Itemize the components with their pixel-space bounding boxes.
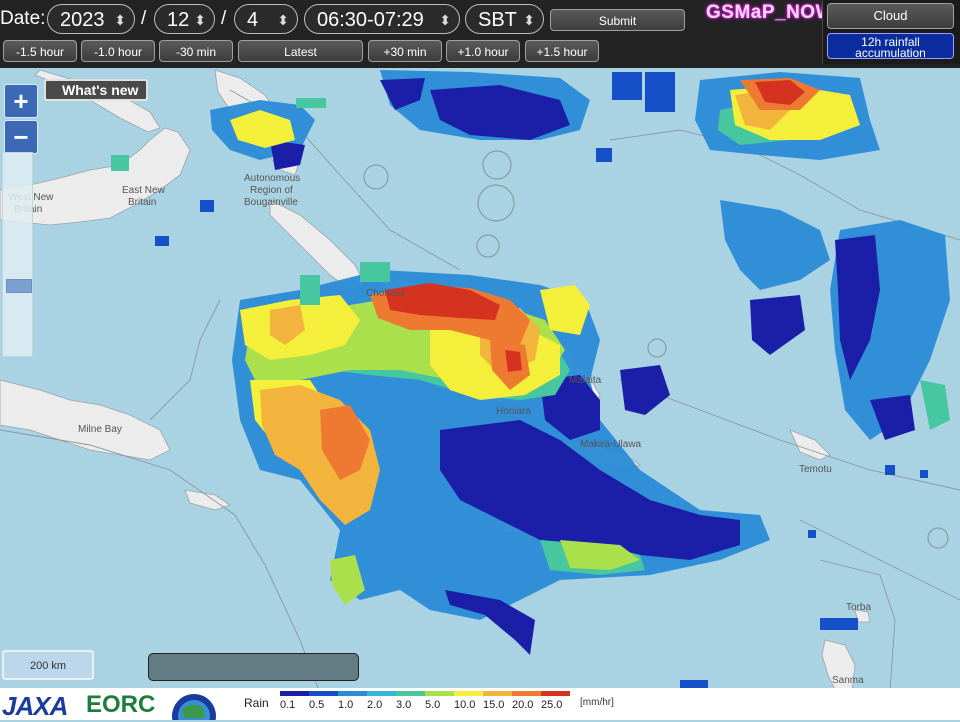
place-malaita: Malaita	[569, 375, 602, 386]
legend-swatch	[280, 691, 309, 696]
place-torba: Torba	[846, 602, 871, 613]
rain-unit-label: [mm/hr]	[580, 697, 614, 708]
timezone-value: SBT	[478, 9, 517, 31]
legend-value: 3.0	[396, 699, 411, 711]
legend-swatch	[541, 691, 570, 696]
step-plus-1.5h-button[interactable]: +1.5 hour	[525, 40, 599, 62]
time-value: 06:30-07:29	[317, 9, 424, 31]
step-minus-1.0h-button[interactable]: -1.0 hour	[81, 40, 155, 62]
place-choiseul: Choiseul	[366, 288, 405, 299]
legend-value: 25.0	[541, 699, 562, 711]
accumulation-button[interactable]: 12h rainfall accumulation	[827, 33, 954, 59]
map-canvas[interactable]: West New Britain East New Britain Autono…	[0, 68, 960, 720]
map-svg: West New Britain East New Britain Autono…	[0, 69, 960, 720]
month-value: 12	[167, 9, 190, 31]
place-sanma: Sanma	[832, 675, 864, 686]
footer: JAXA EORC Rain 0.1 0.5 1.0 2.0 3.0 5.0 10.0 15.…	[0, 688, 960, 721]
rainfall-layer	[111, 70, 950, 694]
step-minus-30min-button[interactable]: -30 min	[159, 40, 233, 62]
legend-value: 20.0	[512, 699, 533, 711]
gsmap-now-title: GSMaP_NOW	[706, 2, 835, 23]
date-separator: /	[221, 8, 227, 29]
place-bougainville-2: Region of	[250, 185, 293, 196]
time-select[interactable]: 06:30-07:29 ⬍	[304, 4, 460, 34]
year-value: 2023	[60, 9, 105, 31]
submit-button[interactable]: Submit	[550, 9, 685, 31]
step-latest-button[interactable]: Latest	[238, 40, 363, 62]
gsmap-globe-icon	[172, 694, 216, 720]
cloud-button[interactable]: Cloud	[827, 3, 954, 29]
legend-swatch	[454, 691, 483, 696]
rain-legend-label: Rain	[244, 696, 269, 710]
whats-new-button[interactable]: What's new	[44, 79, 148, 101]
legend-value: 0.1	[280, 699, 295, 711]
place-milne-bay: Milne Bay	[78, 424, 122, 435]
step-plus-1.0h-button[interactable]: +1.0 hour	[446, 40, 520, 62]
png-mainland	[0, 379, 171, 461]
legend-value: 5.0	[425, 699, 440, 711]
place-honiara: Honiara	[496, 406, 531, 417]
month-select[interactable]: 12 ⬍	[154, 4, 215, 34]
legend-swatch	[396, 691, 425, 696]
jaxa-logo: JAXA	[2, 691, 68, 721]
zoom-slider-handle[interactable]	[6, 279, 32, 293]
place-bougainville: Autonomous	[244, 173, 300, 184]
legend-value: 10.0	[454, 699, 475, 711]
day-value: 4	[247, 9, 259, 31]
step-minus-1.5h-button[interactable]: -1.5 hour	[3, 40, 77, 62]
legend-value: 1.0	[338, 699, 353, 711]
accumulation-label-line2: accumulation	[855, 46, 926, 60]
place-east-new-britain-2: Britain	[128, 197, 156, 208]
place-east-new-britain: East New	[122, 185, 166, 196]
legend-value: 0.5	[309, 699, 324, 711]
toolbar: Date: 2023 ⬍ / 12 ⬍ / 4 ⬍ 06:30-07:29 ⬍ …	[0, 0, 960, 68]
legend-value: 15.0	[483, 699, 504, 711]
date-separator: /	[141, 8, 147, 29]
legend-swatch	[338, 691, 367, 696]
legend-swatch	[425, 691, 454, 696]
chevron-updown-icon: ⬍	[523, 12, 535, 28]
timezone-select[interactable]: SBT ⬍	[465, 4, 544, 34]
legend-value: 2.0	[367, 699, 382, 711]
step-plus-30min-button[interactable]: +30 min	[368, 40, 442, 62]
animation-progress-bar[interactable]	[148, 653, 359, 681]
legend-swatch	[483, 691, 512, 696]
chevron-updown-icon: ⬍	[277, 12, 289, 28]
place-makira-ulawa: Makira-Ulawa	[580, 439, 642, 450]
year-select[interactable]: 2023 ⬍	[47, 4, 135, 34]
chevron-updown-icon: ⬍	[439, 12, 451, 28]
legend-swatch	[309, 691, 338, 696]
zoom-slider[interactable]	[2, 152, 33, 357]
rain-legend: 0.1 0.5 1.0 2.0 3.0 5.0 10.0 15.0 20.0 25.0	[280, 691, 570, 711]
scale-bar: 200 km	[2, 650, 94, 680]
chevron-updown-icon: ⬍	[194, 12, 206, 28]
place-bougainville-3: Bougainville	[244, 197, 298, 208]
legend-swatch	[512, 691, 541, 696]
date-label: Date:	[0, 8, 46, 29]
zoom-out-button[interactable]: −	[4, 120, 38, 154]
zoom-in-button[interactable]: +	[4, 84, 38, 118]
place-temotu: Temotu	[799, 464, 832, 475]
legend-swatch	[367, 691, 396, 696]
eorc-logo: EORC	[86, 691, 156, 718]
chevron-updown-icon: ⬍	[114, 12, 126, 28]
day-select[interactable]: 4 ⬍	[234, 4, 298, 34]
espiritu-santo-land	[821, 639, 856, 696]
